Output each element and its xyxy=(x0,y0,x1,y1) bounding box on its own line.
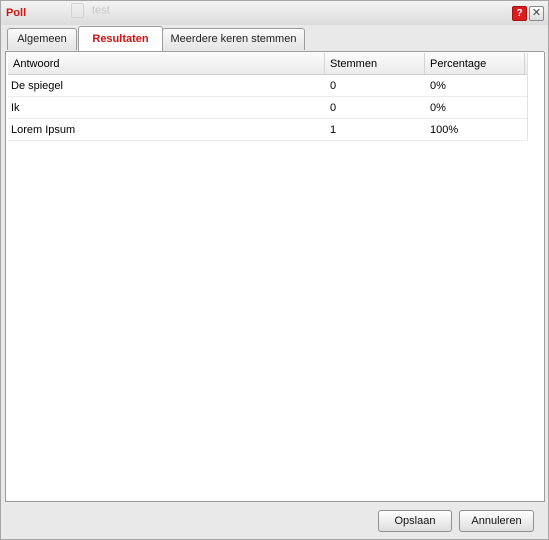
table-row[interactable]: De spiegel 0 0% xyxy=(8,75,527,97)
tab-meerdere-keren-stemmen[interactable]: Meerdere keren stemmen xyxy=(162,28,305,50)
percentage-cell: 0% xyxy=(430,80,446,92)
dialog-title: Poll xyxy=(6,7,27,19)
column-header-percentage[interactable]: Percentage xyxy=(425,53,525,74)
results-panel: Antwoord Stemmen Percentage De spiegel 0… xyxy=(5,52,545,502)
table-right-edge xyxy=(527,53,528,140)
help-icon[interactable]: ? xyxy=(512,6,527,21)
answer-cell: De spiegel xyxy=(11,80,63,92)
poll-dialog: Poll test ? ✕ Algemeen Resultaten Meerde… xyxy=(0,0,549,540)
dialog-footer: Opslaan Annuleren xyxy=(1,502,548,539)
background-item: test xyxy=(71,3,110,18)
tab-resultaten[interactable]: Resultaten xyxy=(78,26,163,51)
table-row[interactable]: Ik 0 0% xyxy=(8,97,527,119)
background-item-label: test xyxy=(92,4,110,17)
column-header-stemmen[interactable]: Stemmen xyxy=(325,53,425,74)
save-button[interactable]: Opslaan xyxy=(378,510,452,532)
percentage-cell: 0% xyxy=(430,102,446,114)
close-icon[interactable]: ✕ xyxy=(529,6,544,21)
title-bar[interactable]: Poll test ? ✕ xyxy=(1,1,548,25)
tab-algemeen[interactable]: Algemeen xyxy=(7,28,77,50)
votes-cell: 0 xyxy=(330,80,337,92)
column-header-antwoord[interactable]: Antwoord xyxy=(8,53,325,74)
votes-cell: 1 xyxy=(330,124,337,136)
answer-cell: Ik xyxy=(11,102,20,114)
percentage-cell: 100% xyxy=(430,124,459,136)
votes-cell: 0 xyxy=(330,102,337,114)
answer-cell: Lorem Ipsum xyxy=(11,124,76,136)
page-icon xyxy=(71,3,84,18)
table-row[interactable]: Lorem Ipsum 1 100% xyxy=(8,119,527,141)
tab-bar: Algemeen Resultaten Meerdere keren stemm… xyxy=(5,26,544,52)
table-header: Antwoord Stemmen Percentage xyxy=(8,53,527,75)
cancel-button[interactable]: Annuleren xyxy=(459,510,534,532)
